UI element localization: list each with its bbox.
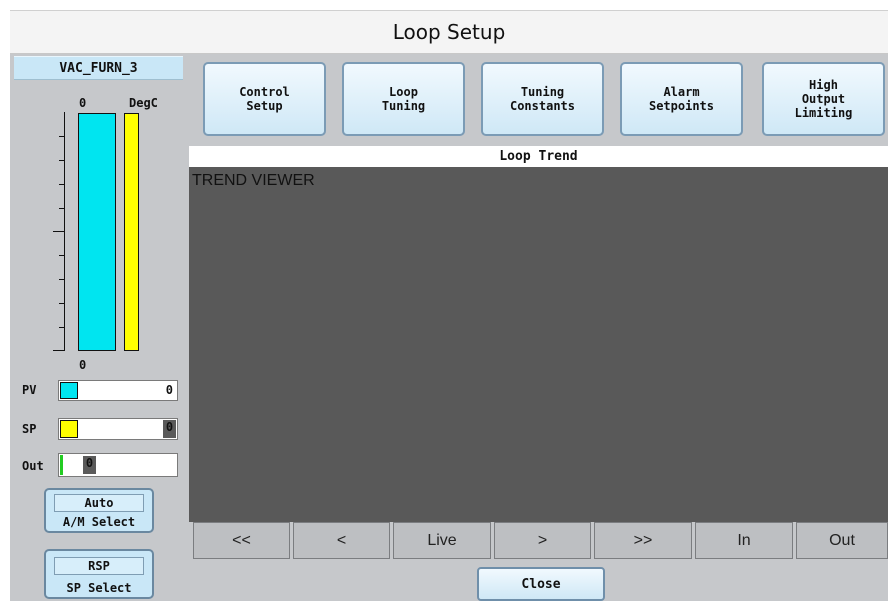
loop-tuning-button[interactable]: Loop Tuning — [342, 62, 465, 136]
scale-tick — [59, 327, 65, 328]
loop-name: VAC_FURN_3 — [14, 56, 183, 80]
am-state: Auto — [54, 494, 144, 512]
trend-zoom-out-button[interactable]: Out — [796, 522, 888, 559]
trend-live-button[interactable]: Live — [393, 522, 491, 559]
window-title: Loop Setup — [10, 10, 888, 54]
scale-tick — [59, 136, 65, 137]
pv-label: PV — [22, 383, 37, 397]
control-setup-button[interactable]: Control Setup — [203, 62, 326, 136]
out-label: Out — [22, 459, 44, 473]
trend-forward-fast-button[interactable]: >> — [594, 522, 692, 559]
alarm-setpoints-button[interactable]: Alarm Setpoints — [620, 62, 743, 136]
sp-label: SP — [22, 422, 37, 436]
trend-viewer[interactable]: TREND VIEWER — [189, 167, 888, 522]
scale-top-value: 0 — [79, 96, 87, 110]
close-button[interactable]: Close — [477, 567, 605, 601]
scale-tick — [59, 279, 65, 280]
sp-select-label: SP Select — [66, 581, 132, 595]
sp-swatch — [60, 420, 78, 438]
pv-meter: 0 — [58, 380, 178, 401]
trend-viewer-label: TREND VIEWER — [192, 172, 315, 189]
tuning-constants-button[interactable]: Tuning Constants — [481, 62, 604, 136]
scale-tick — [59, 160, 65, 161]
am-select-label: A/M Select — [62, 515, 136, 529]
units-label: DegC — [129, 96, 158, 110]
pv-swatch — [60, 382, 78, 399]
trend-zoom-in-button[interactable]: In — [695, 522, 793, 559]
out-value: 0 — [83, 456, 96, 474]
trend-rewind-fast-button[interactable]: << — [193, 522, 290, 559]
scale-tick-major — [53, 350, 65, 351]
scale-tick — [59, 184, 65, 185]
trend-forward-button[interactable]: > — [494, 522, 591, 559]
sp-meter: 0 — [58, 418, 178, 440]
scale-tick — [59, 255, 65, 256]
high-output-limiting-button[interactable]: High Output Limiting — [762, 62, 885, 136]
sp-select-button[interactable]: RSP SP Select — [44, 549, 154, 599]
sp-state: RSP — [54, 557, 144, 575]
out-level — [60, 455, 63, 475]
scale-tick-major — [53, 231, 65, 232]
out-meter[interactable]: 0 — [58, 453, 178, 477]
pv-bar — [78, 113, 116, 351]
trend-rewind-button[interactable]: < — [293, 522, 390, 559]
scale-bottom-value: 0 — [79, 358, 87, 372]
scale-tick — [59, 208, 65, 209]
pv-value: 0 — [165, 383, 173, 397]
sp-value: 0 — [163, 420, 176, 438]
am-select-button[interactable]: Auto A/M Select — [44, 488, 154, 533]
scale-tick — [59, 303, 65, 304]
sp-bar — [124, 113, 139, 351]
trend-header: Loop Trend — [189, 146, 888, 167]
